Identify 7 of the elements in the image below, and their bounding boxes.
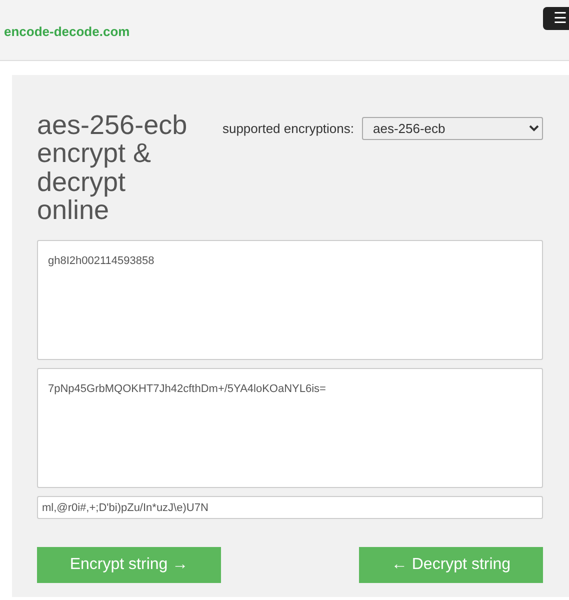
key-field[interactable]: ml,@r0i#,+;D'bi)pZu/In*uzJ\e)U7N: [37, 496, 543, 520]
menu-button[interactable]: ☰: [543, 7, 569, 30]
plain-text-area[interactable]: gh8I2h002114593858: [37, 240, 543, 360]
encryption-select[interactable]: aes-256-ecb: [362, 117, 543, 140]
select-label: supported encryptions:: [222, 120, 354, 138]
encrypted-text-area[interactable]: 7pNp45GrbMQOKHT7Jh42cfthDm+/5YA4loKOaNYL6is=: [37, 368, 543, 488]
page-title: aes-256-ecb encrypt & decrypt online: [37, 111, 188, 224]
